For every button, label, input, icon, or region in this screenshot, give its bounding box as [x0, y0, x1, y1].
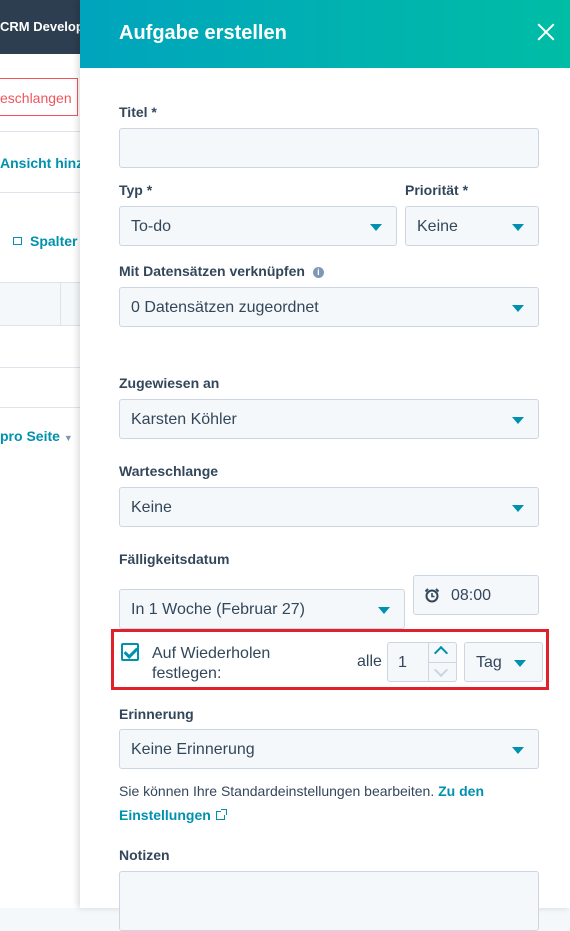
reminder-select[interactable]: Keine Erinnerung	[119, 729, 539, 769]
queue-label: Warteschlange	[119, 463, 219, 479]
link-records-label-row: Mit Datensätzen verknüpfen i	[119, 263, 324, 279]
repeat-unit-select[interactable]: Tag	[464, 642, 543, 682]
repeat-label: Auf Wiederholen festlegen:	[152, 645, 271, 682]
stepper-controls	[428, 643, 457, 681]
caret-down-icon	[512, 417, 524, 424]
title-input[interactable]	[119, 128, 539, 168]
per-page-dropdown[interactable]: pro Seite ▼	[0, 428, 73, 444]
caret-down-icon	[512, 305, 524, 312]
info-icon[interactable]: i	[312, 267, 324, 278]
alarm-clock-icon	[424, 588, 440, 603]
queues-tab-label: eschlangen	[0, 90, 72, 106]
queue-select[interactable]: Keine	[119, 487, 539, 527]
panel-header: Aufgabe erstellen	[80, 0, 570, 68]
assigned-label: Zugewiesen an	[119, 375, 220, 391]
time-value: 08:00	[451, 587, 492, 604]
link-records-value: 0 Datensätzen zugeordnet	[131, 299, 319, 316]
top-navigation-bar: CRM Develop	[0, 0, 80, 54]
divider	[0, 192, 80, 193]
columns-icon	[13, 237, 22, 245]
reminder-value: Keine Erinnerung	[131, 741, 255, 758]
queue-value: Keine	[131, 499, 172, 516]
table-row-divider	[0, 367, 80, 368]
type-select[interactable]: To-do	[119, 206, 397, 246]
divider	[0, 131, 80, 132]
chevron-down-icon: ▼	[63, 433, 73, 443]
settings-help-text: Sie können Ihre Standardeinstellungen be…	[119, 779, 539, 827]
time-input[interactable]: 08:00	[413, 575, 539, 615]
add-view-link[interactable]: Ansicht hinz	[0, 155, 80, 171]
table-row-divider	[0, 407, 80, 408]
priority-label: Priorität *	[405, 182, 469, 198]
caret-down-icon	[370, 224, 382, 231]
background-page: CRM Develop eschlangen Ansicht hinz Spal…	[0, 0, 80, 908]
type-label: Typ *	[119, 182, 153, 198]
chevron-down-icon[interactable]	[433, 662, 449, 678]
link-records-select[interactable]: 0 Datensätzen zugeordnet	[119, 287, 539, 327]
repeat-unit-value: Tag	[476, 654, 502, 671]
help-text: Sie können Ihre Standardeinstellungen be…	[119, 783, 435, 799]
due-date-value: In 1 Woche (Februar 27)	[131, 601, 306, 618]
table-header	[0, 282, 80, 326]
app-title: CRM Develop	[0, 19, 80, 34]
assigned-select[interactable]: Karsten Köhler	[119, 399, 539, 439]
link-records-label: Mit Datensätzen verknüpfen	[119, 263, 305, 279]
caret-down-icon	[514, 660, 526, 667]
create-task-panel: Aufgabe erstellen Titel * Typ * To-do Pr…	[80, 0, 570, 931]
chevron-up-icon[interactable]	[433, 645, 449, 661]
reminder-label: Erinnerung	[119, 706, 194, 722]
caret-down-icon	[512, 224, 524, 231]
type-value: To-do	[131, 218, 172, 235]
due-date-label: Fälligkeitsdatum	[119, 551, 230, 567]
caret-down-icon	[512, 747, 524, 754]
notes-label: Notizen	[119, 847, 170, 863]
panel-title: Aufgabe erstellen	[119, 22, 287, 44]
repeat-interval-stepper[interactable]: 1	[387, 642, 457, 682]
external-link-icon	[215, 809, 227, 820]
priority-value: Keine	[417, 218, 458, 235]
repeat-interval-value: 1	[398, 654, 407, 671]
notes-textarea[interactable]	[119, 871, 539, 931]
title-label: Titel *	[119, 104, 157, 120]
caret-down-icon	[512, 505, 524, 512]
priority-select[interactable]: Keine	[405, 206, 539, 246]
edit-columns-button[interactable]: Spalter	[13, 233, 77, 249]
edit-columns-label: Spalter	[30, 233, 78, 249]
queues-tab[interactable]: eschlangen	[0, 78, 78, 116]
every-label: alle	[357, 653, 382, 670]
caret-down-icon	[378, 607, 390, 614]
close-icon[interactable]	[536, 22, 556, 42]
repeat-checkbox[interactable]	[121, 643, 139, 661]
per-page-label: pro Seite	[0, 428, 60, 444]
due-date-select[interactable]: In 1 Woche (Februar 27)	[119, 589, 405, 629]
assigned-value: Karsten Köhler	[131, 411, 237, 428]
